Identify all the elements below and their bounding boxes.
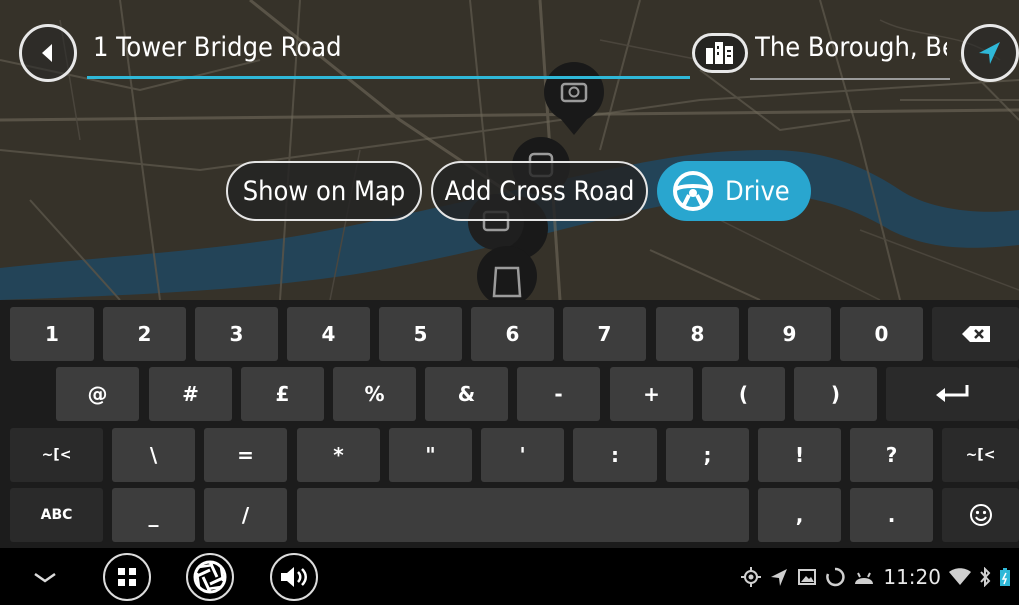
main-menu-button[interactable] (103, 553, 151, 601)
hide-keyboard-button[interactable] (30, 566, 60, 590)
area-input[interactable]: The Borough, Ber (755, 32, 947, 63)
key-0[interactable]: 0 (840, 307, 923, 361)
key-pound[interactable]: £ (241, 367, 324, 421)
key-plus[interactable]: + (610, 367, 693, 421)
drive-label: Drive (725, 175, 790, 207)
key-double-quote[interactable]: " (389, 428, 472, 482)
search-bar: 1 Tower Bridge Road The Borough, Ber (0, 0, 1019, 100)
bluetooth-icon (980, 567, 991, 587)
key-hash[interactable]: # (149, 367, 232, 421)
back-arrow-icon (42, 44, 52, 62)
back-button[interactable] (19, 24, 77, 82)
clock: 11:20 (883, 565, 941, 589)
show-on-map-button[interactable]: Show on Map (226, 161, 422, 221)
key-asterisk[interactable]: * (297, 428, 380, 482)
key-at[interactable]: @ (56, 367, 139, 421)
city-icon (706, 42, 733, 64)
nav-status-icon (771, 569, 788, 586)
image-icon (798, 569, 817, 585)
key-colon[interactable]: : (573, 428, 657, 482)
key-2[interactable]: 2 (103, 307, 186, 361)
space-key[interactable] (297, 488, 749, 542)
key-minus[interactable]: - (517, 367, 600, 421)
current-location-button[interactable] (961, 24, 1019, 82)
volume-button[interactable] (270, 553, 318, 601)
key-7[interactable]: 7 (563, 307, 646, 361)
keyboard: 1 2 3 4 5 6 7 8 9 0 @ # £ % & - + ( ) ~[… (0, 300, 1019, 548)
add-cross-road-button[interactable]: Add Cross Road (431, 161, 648, 221)
key-underscore[interactable]: _ (112, 488, 195, 542)
emoji-key[interactable] (942, 488, 1019, 542)
key-5[interactable]: 5 (379, 307, 462, 361)
key-9[interactable]: 9 (748, 307, 831, 361)
chevron-down-icon (34, 572, 56, 583)
drive-button[interactable]: Drive (657, 161, 811, 221)
key-equals[interactable]: = (204, 428, 287, 482)
shutter-icon (193, 560, 227, 594)
key-semicolon[interactable]: ; (666, 428, 749, 482)
key-percent[interactable]: % (333, 367, 416, 421)
enter-arrow-icon (935, 385, 968, 402)
key-symbols-left[interactable]: ~[< (10, 428, 103, 482)
camera-button[interactable] (186, 553, 234, 601)
key-symbols-right[interactable]: ~[< (942, 428, 1019, 482)
area-button[interactable] (692, 33, 748, 73)
key-ampersand[interactable]: & (425, 367, 508, 421)
system-nav-bar: 11:20 (0, 548, 1019, 605)
status-bar: 11:20 (741, 562, 1011, 592)
backspace-key[interactable] (932, 307, 1019, 361)
area-input-underline (750, 78, 950, 80)
key-comma[interactable]: , (758, 488, 841, 542)
backspace-icon (961, 326, 990, 342)
enter-key[interactable] (886, 367, 1019, 421)
grid-menu-icon (118, 568, 136, 586)
key-question[interactable]: ? (850, 428, 933, 482)
search-input-underline (87, 76, 690, 79)
wifi-icon (949, 568, 971, 585)
smiley-icon (969, 504, 992, 526)
key-backslash[interactable]: \ (112, 428, 195, 482)
key-slash[interactable]: / (204, 488, 287, 542)
search-input[interactable]: 1 Tower Bridge Road (93, 32, 342, 63)
key-abc[interactable]: ABC (10, 488, 103, 542)
key-3[interactable]: 3 (195, 307, 278, 361)
steering-wheel-icon (673, 171, 713, 211)
key-8[interactable]: 8 (656, 307, 739, 361)
key-exclamation[interactable]: ! (758, 428, 841, 482)
key-close-paren[interactable]: ) (794, 367, 877, 421)
navigation-arrow-icon (979, 42, 1000, 64)
gps-icon (741, 567, 762, 587)
key-6[interactable]: 6 (471, 307, 554, 361)
sync-icon (826, 567, 845, 587)
volume-icon (281, 567, 307, 587)
key-open-paren[interactable]: ( (702, 367, 785, 421)
key-single-quote[interactable]: ' (481, 428, 564, 482)
battery-icon (1000, 568, 1010, 586)
key-period[interactable]: . (850, 488, 933, 542)
key-1[interactable]: 1 (10, 307, 94, 361)
key-4[interactable]: 4 (287, 307, 370, 361)
android-icon (855, 572, 874, 584)
